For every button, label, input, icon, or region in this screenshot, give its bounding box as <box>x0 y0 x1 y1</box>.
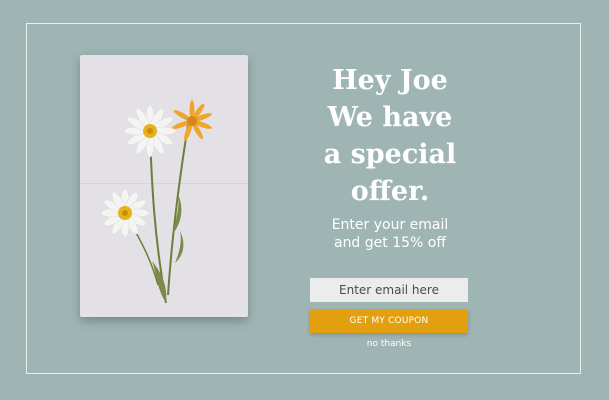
headline-line: Hey Joe <box>332 65 448 96</box>
offer-subtitle: Enter your email and get 15% off <box>300 216 480 252</box>
daisy-illustration <box>100 100 212 304</box>
email-input[interactable] <box>310 278 468 302</box>
subtitle-line: Enter your email <box>331 217 449 233</box>
headline-line: offer. <box>350 176 430 207</box>
offer-headline: Hey Joe We have a special offer. <box>300 62 480 210</box>
headline-line: a special <box>323 139 457 170</box>
get-coupon-button[interactable]: GET MY COUPON <box>310 309 468 333</box>
subtitle-line: and get 15% off <box>333 235 446 251</box>
headline-line: We have <box>327 102 453 133</box>
no-thanks-link[interactable]: no thanks <box>310 339 468 349</box>
pressed-flower-image <box>80 55 248 317</box>
